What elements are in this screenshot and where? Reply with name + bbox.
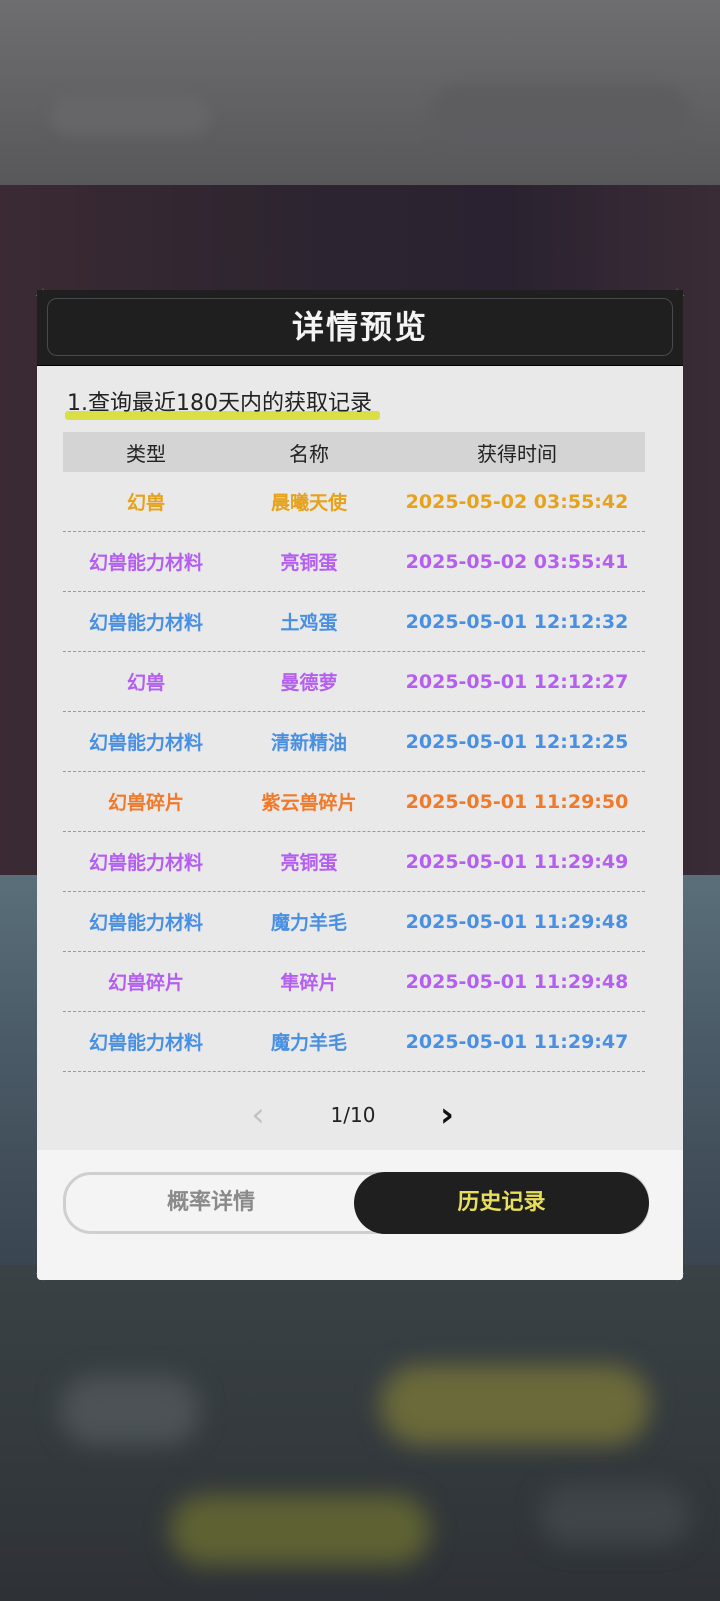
cell-name: 亮铜蛋 [280,552,338,574]
background-top [0,0,720,185]
column-header-time: 获得时间 [477,441,557,466]
background-blur-shape [430,85,690,145]
table-header: 类型 名称 获得时间 [63,432,645,472]
detail-preview-dialog: ✦ ✦ ✦ ✦ 详情预览 1.查询最近180天内的获取记录 类型 名称 获得时间… [35,285,686,1285]
cell-time: 2025-05-01 11:29:49 [405,850,629,873]
tab-switch: 概率详情 历史记录 [63,1172,649,1234]
background-bottom [0,1265,720,1601]
cell-name: 清新精油 [270,732,347,754]
table-row: 幻兽能力材料 亮铜蛋 2025-05-02 03:55:41 [63,532,645,592]
background-blur-shape [50,95,210,135]
cell-time: 2025-05-02 03:55:41 [405,550,629,573]
cell-type: 幻兽能力材料 [88,732,203,754]
cell-type: 幻兽能力材料 [88,852,203,874]
background-blur-shape [540,1485,690,1545]
table-row: 幻兽能力材料 亮铜蛋 2025-05-01 11:29:49 [63,832,645,892]
tab-bar: 概率详情 历史记录 [37,1150,683,1280]
pagination: ‹ 1/10 › [37,1095,683,1135]
cell-name: 魔力羊毛 [270,1032,347,1054]
cell-time: 2025-05-01 12:12:32 [405,610,629,633]
chevron-left-icon[interactable]: ‹ [243,1095,273,1135]
cell-name: 土鸡蛋 [280,612,338,634]
tab-history-records[interactable]: 历史记录 [354,1172,649,1234]
page-indicator: 1/10 [330,1103,376,1127]
cell-type: 幻兽碎片 [107,972,184,994]
background-blur-shape [170,1495,430,1565]
cell-name: 紫云兽碎片 [261,792,357,814]
cell-name: 魔力羊毛 [270,912,347,934]
cell-time: 2025-05-01 11:29:50 [405,790,629,813]
query-note: 1.查询最近180天内的获取记录 [65,385,380,420]
table-row: 幻兽能力材料 魔力羊毛 2025-05-01 11:29:47 [63,1012,645,1072]
query-note-text: 1.查询最近180天内的获取记录 [67,391,372,416]
dialog-header: 详情预览 [37,290,683,366]
cell-name: 曼德萝 [280,672,338,694]
cell-type: 幻兽能力材料 [88,612,203,634]
cell-time: 2025-05-01 11:29:48 [405,910,629,933]
cell-type: 幻兽 [126,672,165,694]
cell-time: 2025-05-01 12:12:25 [405,730,629,753]
cell-name: 晨曦天使 [270,492,347,514]
cell-time: 2025-05-02 03:55:42 [405,490,629,513]
table-row: 幻兽 曼德萝 2025-05-01 12:12:27 [63,652,645,712]
cell-type: 幻兽碎片 [107,792,184,814]
table-body: 幻兽 晨曦天使 2025-05-02 03:55:42 幻兽能力材料 亮铜蛋 2025-0… [63,472,645,1072]
cell-name: 亮铜蛋 [280,852,338,874]
background-blur-shape [60,1375,200,1445]
table-row: 幻兽能力材料 土鸡蛋 2025-05-01 12:12:32 [63,592,645,652]
table-row: 幻兽碎片 隼碎片 2025-05-01 11:29:48 [63,952,645,1012]
column-header-type: 类型 [126,441,166,466]
cell-type: 幻兽能力材料 [88,1032,203,1054]
cell-type: 幻兽能力材料 [88,912,203,934]
background-blur-shape [380,1365,650,1445]
tab-probability-details[interactable]: 概率详情 [66,1175,356,1231]
column-header-name: 名称 [289,441,329,466]
cell-type: 幻兽 [126,492,165,514]
cell-name: 隼碎片 [280,972,338,994]
cell-time: 2025-05-01 11:29:47 [405,1030,629,1053]
history-table: 类型 名称 获得时间 幻兽 晨曦天使 2025-05-02 03:55:42 幻兽能力… [63,432,645,1072]
table-row: 幻兽碎片 紫云兽碎片 2025-05-01 11:29:50 [63,772,645,832]
table-row: 幻兽能力材料 清新精油 2025-05-01 12:12:25 [63,712,645,772]
cell-time: 2025-05-01 11:29:48 [405,970,629,993]
dialog-title: 详情预览 [291,308,428,346]
cell-type: 幻兽能力材料 [88,552,203,574]
cell-time: 2025-05-01 12:12:27 [405,670,629,693]
chevron-right-icon[interactable]: › [432,1095,462,1135]
table-row: 幻兽 晨曦天使 2025-05-02 03:55:42 [63,472,645,532]
table-row: 幻兽能力材料 魔力羊毛 2025-05-01 11:29:48 [63,892,645,952]
